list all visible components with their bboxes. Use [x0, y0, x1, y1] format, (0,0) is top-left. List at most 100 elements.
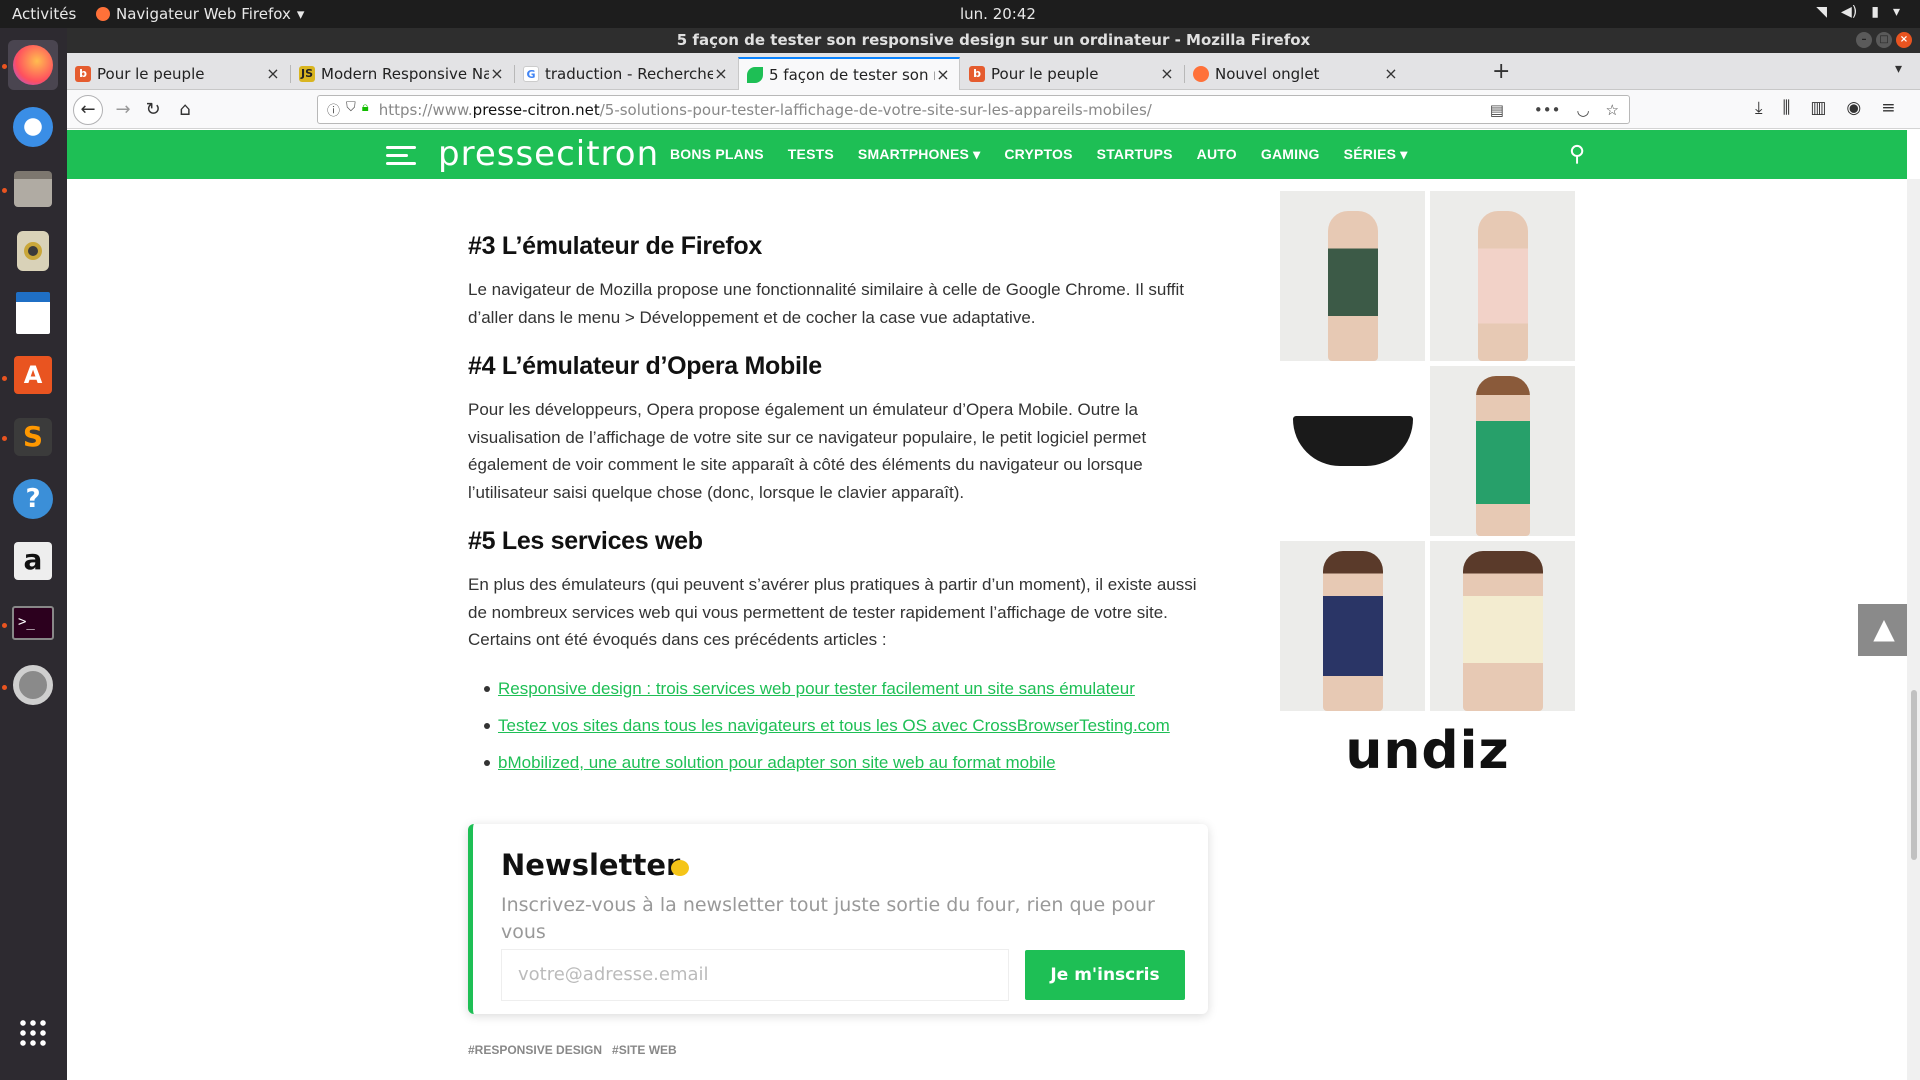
url-bar[interactable]: ⓘ ⛉ 🔒︎ https://www.presse-citron.net/5-s… — [317, 95, 1630, 124]
software-launcher[interactable]: A — [8, 350, 58, 400]
related-link[interactable]: Responsive design : trois services web p… — [498, 679, 1135, 698]
tab-active[interactable]: 5 façon de tester son res × — [738, 57, 960, 90]
related-link[interactable]: bMobilized, une autre solution pour adap… — [498, 753, 1056, 772]
running-indicator — [2, 64, 7, 69]
forward-button[interactable]: → — [111, 98, 135, 122]
download-icon[interactable]: ⤓ — [1755, 98, 1763, 118]
clock[interactable]: lun. 20:42 — [960, 5, 1036, 23]
sublime-launcher[interactable]: S — [8, 412, 58, 462]
ad-brand-logo[interactable]: undiz — [1280, 721, 1575, 781]
model-photo — [1477, 211, 1528, 361]
lock-icon[interactable]: 🔒︎ — [362, 100, 369, 119]
tab[interactable]: JS Modern Responsive Nav × — [291, 57, 513, 90]
new-tab-button[interactable]: + — [1492, 59, 1510, 84]
model-photo — [1462, 551, 1543, 711]
home-button[interactable]: ⌂ — [173, 98, 197, 122]
newsletter-box: Newsletter Inscrivez-vous à la newslette… — [468, 824, 1208, 1014]
nav-series[interactable]: SÉRIES ▾ — [1344, 146, 1408, 163]
site-logo[interactable]: pressecitron — [438, 134, 659, 174]
nav-gaming[interactable]: GAMING — [1261, 146, 1320, 163]
amazon-launcher[interactable]: a — [8, 536, 58, 586]
activities-button[interactable]: Activités — [12, 5, 76, 23]
running-indicator — [2, 436, 7, 441]
lemon-icon — [671, 860, 689, 876]
terminal-launcher[interactable]: >_ — [8, 598, 58, 648]
writer-launcher[interactable] — [8, 288, 58, 338]
help-icon: ? — [13, 479, 53, 519]
rhythmbox-launcher[interactable] — [8, 226, 58, 276]
window-title: 5 façon de tester son responsive design … — [676, 31, 1311, 49]
wifi-icon: ◥ — [1816, 4, 1828, 20]
tab-strip: b Pour le peuple × JS Modern Responsive … — [67, 53, 1920, 90]
tab[interactable]: b Pour le peuple × — [961, 57, 1183, 90]
firefox-launcher[interactable] — [8, 40, 58, 90]
tab[interactable]: b Pour le peuple × — [67, 57, 289, 90]
ad-product-image[interactable] — [1280, 541, 1425, 711]
app-menu[interactable]: Navigateur Web Firefox ▾ — [96, 5, 304, 23]
account-icon[interactable]: ◉ — [1846, 98, 1861, 118]
model-photo — [1327, 211, 1378, 361]
advertisement[interactable]: ▷✕ undiz — [1280, 191, 1575, 781]
library-icon[interactable]: ⫼ — [1783, 98, 1791, 118]
ad-product-image[interactable] — [1430, 366, 1575, 536]
subscribe-button[interactable]: Je m'inscris — [1025, 950, 1185, 1000]
main-nav: BONS PLANS TESTS SMARTPHONES ▾ CRYPTOS S… — [670, 146, 1432, 163]
back-button[interactable]: ← — [73, 95, 103, 125]
grid-icon — [18, 1018, 48, 1048]
thunderbird-launcher[interactable] — [8, 102, 58, 152]
ad-product-image[interactable] — [1280, 191, 1425, 361]
ad-product-image[interactable] — [1430, 191, 1575, 361]
close-icon[interactable]: × — [1159, 64, 1175, 83]
chevron-down-icon: ▾ — [296, 5, 305, 23]
related-link[interactable]: Testez vos sites dans tous les navigateu… — [498, 716, 1170, 735]
shopping-bag-icon: A — [14, 356, 52, 394]
tab[interactable]: Nouvel onglet × — [1185, 57, 1407, 90]
help-launcher[interactable]: ? — [8, 474, 58, 524]
tab-list-button[interactable]: ▾ — [1895, 61, 1902, 77]
reload-button[interactable]: ↻ — [141, 98, 165, 122]
nav-startups[interactable]: STARTUPS — [1097, 146, 1173, 163]
info-icon[interactable]: ⓘ — [327, 100, 340, 119]
show-apps-button[interactable] — [8, 1008, 58, 1058]
site-header: pressecitron BONS PLANS TESTS SMARTPHONE… — [67, 130, 1907, 179]
nav-auto[interactable]: AUTO — [1197, 146, 1237, 163]
amazon-icon: a — [14, 542, 52, 580]
search-icon[interactable]: ⚲ — [1569, 142, 1585, 167]
tag-link[interactable]: #RESPONSIVE DESIGN — [468, 1043, 602, 1057]
scrollbar[interactable] — [1907, 179, 1920, 1080]
scrollbar-thumb[interactable] — [1911, 690, 1917, 860]
close-icon[interactable]: × — [1383, 64, 1399, 83]
close-icon[interactable]: × — [265, 64, 281, 83]
sublime-icon: S — [14, 418, 52, 456]
nav-smartphones[interactable]: SMARTPHONES ▾ — [858, 146, 980, 163]
settings-launcher[interactable] — [8, 660, 58, 710]
close-icon[interactable]: × — [935, 65, 951, 84]
close-icon[interactable]: × — [489, 64, 505, 83]
nav-tests[interactable]: TESTS — [788, 146, 834, 163]
page-actions-icon[interactable]: ••• — [1534, 101, 1561, 119]
tab-favicon-icon: JS — [299, 65, 315, 82]
close-window-button[interactable]: × — [1896, 32, 1912, 48]
reader-view-icon[interactable]: ▤ — [1490, 101, 1504, 119]
maximize-button[interactable]: □ — [1876, 32, 1892, 48]
system-tray[interactable]: ◥ ◀) ▮ ▾ — [1816, 4, 1900, 20]
pocket-icon[interactable]: ◡ — [1576, 101, 1589, 119]
hamburger-menu-icon[interactable]: ≡ — [1881, 98, 1895, 118]
tab-label: Pour le peuple — [97, 64, 205, 83]
newsletter-title: Newsletter — [501, 848, 681, 882]
email-field[interactable]: votre@adresse.email — [501, 949, 1009, 1001]
files-launcher[interactable] — [8, 164, 58, 214]
tab[interactable]: G traduction - Recherche G × — [515, 57, 737, 90]
ad-product-image[interactable] — [1280, 366, 1425, 536]
minimize-button[interactable]: – — [1856, 32, 1872, 48]
menu-icon[interactable] — [386, 146, 416, 165]
scroll-to-top-button[interactable]: ▲ — [1858, 604, 1910, 656]
bookmark-star-icon[interactable]: ☆ — [1606, 101, 1619, 119]
tag-link[interactable]: #SITE WEB — [612, 1043, 677, 1057]
nav-cryptos[interactable]: CRYPTOS — [1004, 146, 1072, 163]
shield-icon[interactable]: ⛉ — [346, 100, 356, 119]
close-icon[interactable]: × — [713, 64, 729, 83]
nav-bons-plans[interactable]: BONS PLANS — [670, 146, 764, 163]
sidebar-icon[interactable]: ▥ — [1810, 98, 1826, 118]
ad-product-image[interactable] — [1430, 541, 1575, 711]
